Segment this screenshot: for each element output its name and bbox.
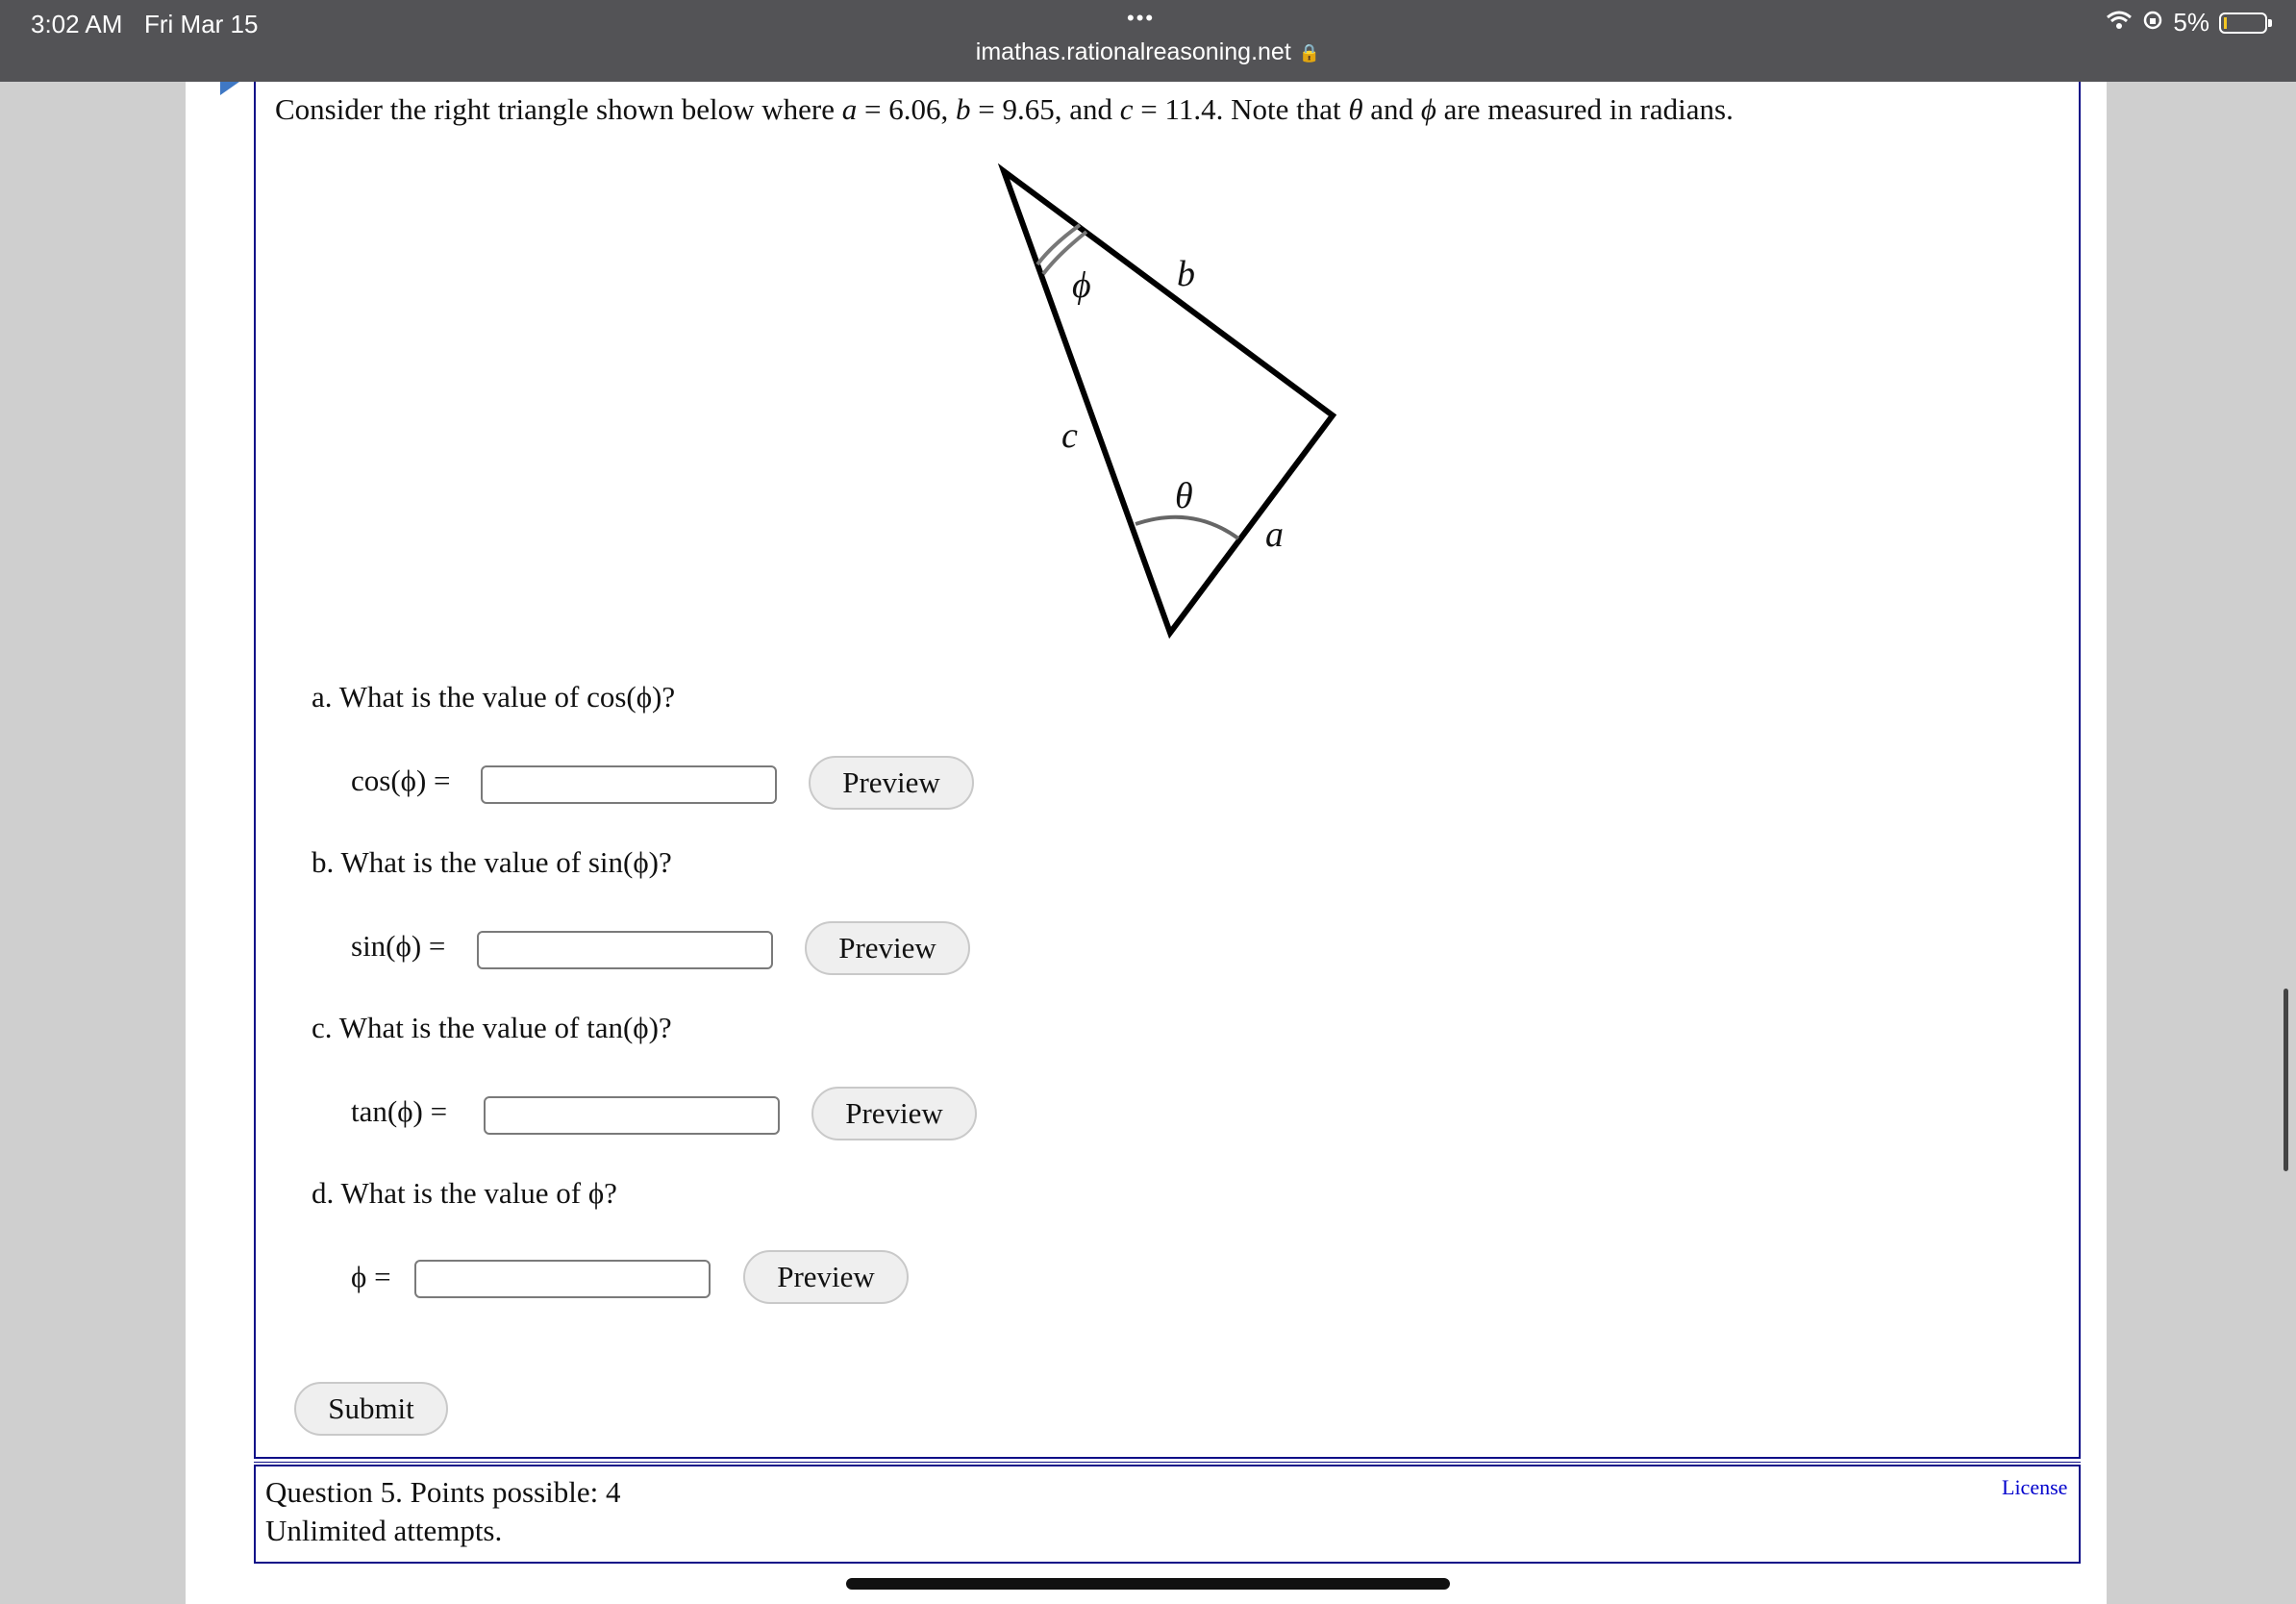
part-d-question: d. What is the value of ϕ? xyxy=(312,1176,617,1210)
battery-percent: 5% xyxy=(2173,8,2209,37)
status-date: Fri Mar 15 xyxy=(144,10,259,38)
lock-icon: 🔒 xyxy=(1298,43,1321,63)
part-c-lhs: tan(ϕ) = xyxy=(351,1094,448,1128)
submit-button[interactable]: Submit xyxy=(294,1382,448,1436)
status-icons: 5% xyxy=(2106,8,2272,38)
sin-phi-input[interactable] xyxy=(477,931,773,969)
label-c: c xyxy=(1061,415,1078,456)
tan-phi-input[interactable] xyxy=(484,1096,780,1135)
scrollbar[interactable] xyxy=(2284,989,2288,1171)
preview-button-a[interactable]: Preview xyxy=(809,756,974,810)
question-marker xyxy=(220,82,239,95)
part-a-question: a. What is the value of cos(ϕ)? xyxy=(312,680,676,714)
label-theta: θ xyxy=(1175,476,1193,516)
address-bar[interactable]: imathas.rationalreasoning.net 🔒 xyxy=(0,38,2296,66)
license-link[interactable]: License xyxy=(2002,1475,2067,1500)
browser-chrome: 3:02 AM Fri Mar 15 ••• imathas.rationalr… xyxy=(0,0,2296,82)
home-indicator xyxy=(846,1578,1450,1590)
attempts-info: Unlimited attempts. xyxy=(265,1514,503,1547)
triangle-diagram: ϕ b c θ a xyxy=(997,163,1337,639)
cos-phi-input[interactable] xyxy=(481,765,777,804)
more-dots-icon[interactable]: ••• xyxy=(1127,6,1155,31)
battery-icon xyxy=(2219,12,2272,34)
wifi-icon xyxy=(2106,8,2133,38)
preview-button-b[interactable]: Preview xyxy=(805,921,970,975)
preview-button-d[interactable]: Preview xyxy=(743,1250,909,1304)
label-b: b xyxy=(1177,254,1195,294)
points-possible: Question 5. Points possible: 4 xyxy=(265,1475,621,1509)
label-a: a xyxy=(1265,514,1284,555)
part-b-question: b. What is the value of sin(ϕ)? xyxy=(312,845,672,879)
status-time: 3:02 AM xyxy=(31,10,123,38)
question-intro: Consider the right triangle shown below … xyxy=(275,92,1734,126)
part-c-question: c. What is the value of tan(ϕ)? xyxy=(312,1011,672,1044)
preview-button-c[interactable]: Preview xyxy=(811,1087,977,1140)
phi-input[interactable] xyxy=(414,1260,711,1298)
url-text: imathas.rationalreasoning.net xyxy=(975,38,1291,65)
orientation-lock-icon xyxy=(2142,8,2163,38)
triangle-shape xyxy=(997,163,1337,639)
part-b-lhs: sin(ϕ) = xyxy=(351,929,446,963)
theta-angle-arc xyxy=(1135,514,1240,540)
part-a-lhs: cos(ϕ) = xyxy=(351,764,451,797)
label-phi: ϕ xyxy=(1072,265,1091,306)
part-d-lhs: ϕ = xyxy=(351,1260,391,1293)
